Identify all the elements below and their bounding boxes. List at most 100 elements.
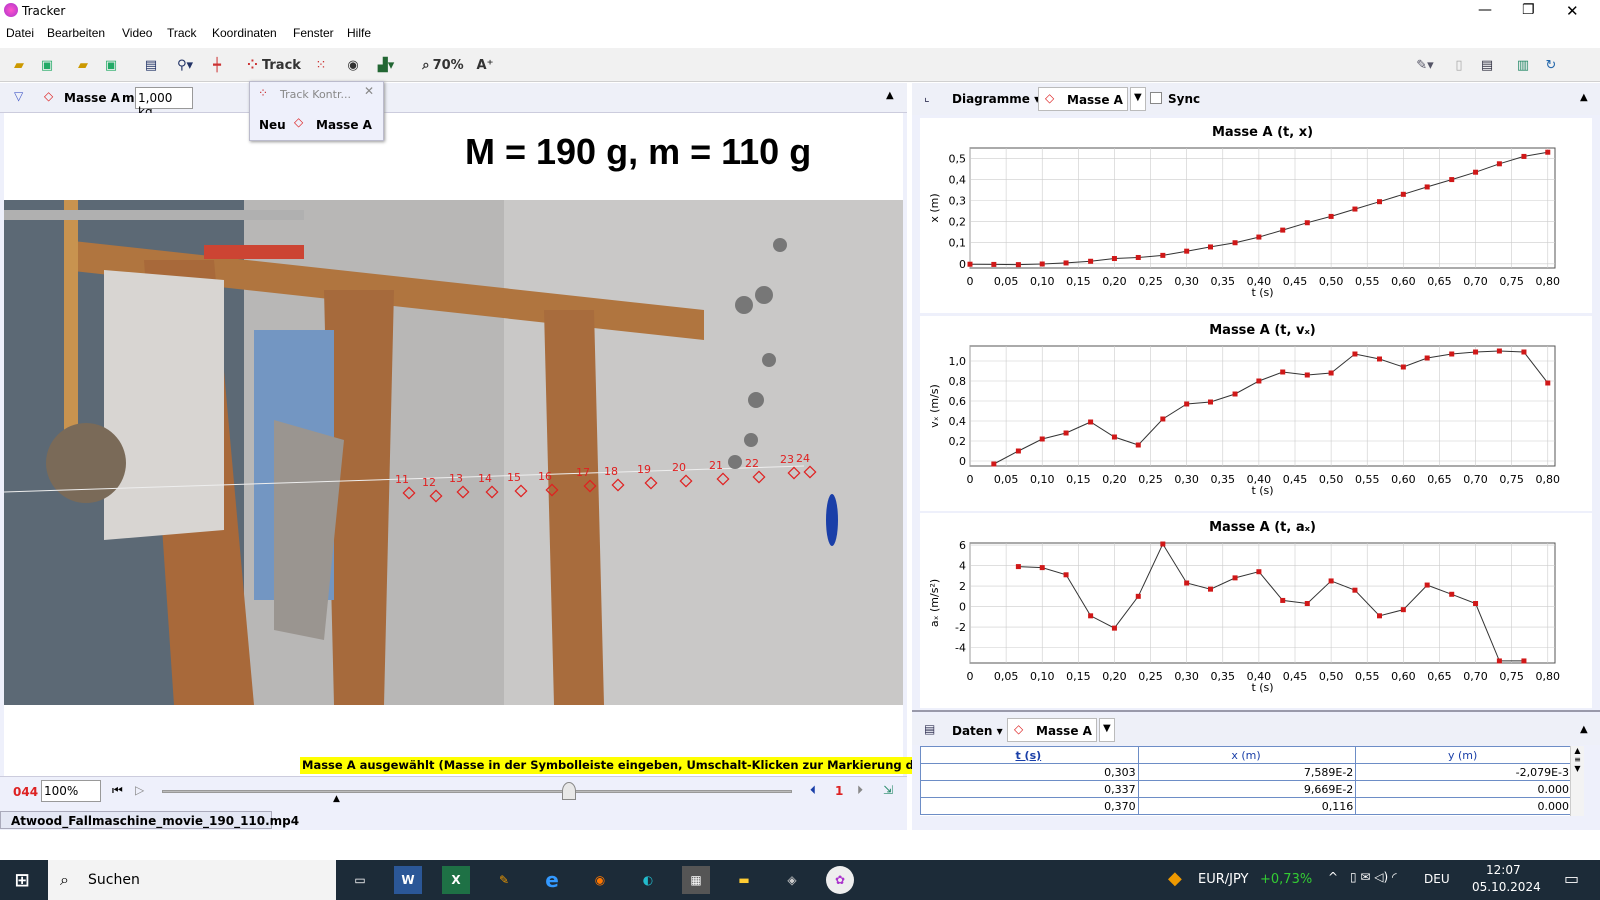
tracked-point-marker[interactable] (485, 485, 499, 499)
ie-icon[interactable]: e (538, 866, 566, 894)
table-cell[interactable]: 0,116 (1137, 797, 1357, 815)
file-explorer-icon[interactable]: ▬ (730, 866, 758, 894)
visibility-eye-icon[interactable]: ◉ (342, 54, 364, 76)
firefox-icon[interactable]: ◉ (586, 866, 614, 894)
open-video-icon[interactable]: ▰ (72, 54, 94, 76)
table-cell[interactable]: 0,303 (920, 763, 1139, 781)
clip-settings-icon[interactable]: ▤ (140, 54, 162, 76)
track-menu-button[interactable]: ⁘ Track (244, 54, 304, 76)
tracked-point-marker[interactable] (803, 465, 817, 479)
menu-track[interactable]: Track (167, 26, 197, 40)
close-button[interactable]: ✕ (1566, 2, 1579, 20)
col-header-y[interactable]: y (m) (1355, 746, 1572, 764)
save-icon[interactable]: ▣ (36, 54, 58, 76)
popup-track-button[interactable]: Masse A (316, 118, 372, 132)
zoom-button[interactable]: ⌕ 70% (418, 54, 468, 76)
diagram-dropdown[interactable]: Diagramme ▾ (952, 92, 1040, 106)
clock-time[interactable]: 12:07 (1486, 863, 1521, 877)
col-header-t[interactable]: t (s) (920, 746, 1139, 764)
tracked-point-marker[interactable] (583, 479, 597, 493)
media-app-icon[interactable]: ▦ (682, 866, 710, 894)
col-header-x[interactable]: x (m) (1137, 746, 1357, 764)
tray-icons[interactable]: ▯ ✉ ◁) ◜ (1350, 870, 1397, 884)
table-row[interactable]: 0,370 0,116 0.000 (920, 797, 1572, 815)
tracked-point-marker[interactable] (716, 472, 730, 486)
data-track-selector[interactable]: ◇ Masse A (1007, 718, 1097, 742)
data-dropdown[interactable]: Daten ▾ (952, 724, 1003, 738)
excel-icon[interactable]: X (442, 866, 470, 894)
tracker-taskbar-icon[interactable]: ✿ (826, 866, 854, 894)
plot-track-dropdown-icon[interactable]: ▼ (1130, 87, 1146, 111)
font-size-button[interactable]: A⁺ (474, 54, 496, 76)
chart-ax[interactable]: Masse A (t, aₓ) 0 0,05 0,10 0,15 0,20 0,25 0,30… (920, 513, 1592, 708)
table-row[interactable]: 0,303 7,589E-2 -2,079E-3 (920, 763, 1572, 781)
mass-input[interactable]: 1,000 kg (135, 87, 193, 119)
step-forward-icon[interactable]: ⏵ (857, 783, 863, 798)
tracked-point-marker[interactable] (545, 483, 559, 497)
ruler-icon[interactable]: ▥ (1512, 54, 1534, 76)
popup-close-icon[interactable]: ✕ (364, 84, 374, 98)
search-box[interactable]: ⌕ Suchen (48, 860, 336, 900)
table-cell[interactable]: 0.000 (1355, 780, 1572, 798)
open-folder-icon[interactable]: ▰ (8, 54, 30, 76)
maximize-button[interactable]: ❐ (1522, 2, 1535, 18)
start-marker-icon[interactable]: ▲ (333, 794, 340, 804)
tracked-point-marker[interactable] (611, 478, 625, 492)
menu-hilfe[interactable]: Hilfe (347, 26, 371, 40)
data-track-dropdown-icon[interactable]: ▼ (1099, 718, 1115, 742)
word-icon[interactable]: W (394, 866, 422, 894)
calibration-icon[interactable]: ⚲▾ (170, 54, 200, 76)
plot-track-selector[interactable]: ◇ Masse A (1038, 87, 1128, 111)
trails-icon[interactable]: ▟▾ (368, 54, 404, 76)
task-view-icon[interactable]: ▭ (346, 866, 374, 894)
timeline-thumb[interactable] (562, 782, 576, 800)
track-dropdown-icon[interactable]: ▽ (14, 89, 23, 103)
table-cell[interactable]: 9,669E-2 (1137, 780, 1357, 798)
input-language[interactable]: DEU (1424, 872, 1450, 886)
track-control-icon[interactable]: ⁙ (310, 54, 332, 76)
tracked-point-marker[interactable] (679, 474, 693, 488)
currency-pair[interactable]: EUR/JPY (1198, 872, 1248, 887)
table-cell[interactable]: 7,589E-2 (1137, 763, 1357, 781)
app-icon-dark[interactable]: ◈ (778, 866, 806, 894)
app-icon-orange[interactable]: ✎ (490, 866, 518, 894)
table-cell[interactable]: 0,370 (920, 797, 1139, 815)
pencil-icon[interactable]: ✎▾ (1410, 54, 1440, 76)
table-cell[interactable]: 0.000 (1355, 797, 1572, 815)
info-icon[interactable]: ▤ (1476, 54, 1498, 76)
tracked-point-marker[interactable] (644, 476, 658, 490)
speed-input[interactable]: 100% (41, 780, 101, 802)
tracked-point-marker[interactable] (402, 486, 416, 500)
edge-icon[interactable]: ◐ (634, 866, 662, 894)
table-scrollbar[interactable]: ▲ ≡ ▼ (1570, 746, 1584, 816)
tracked-point-marker[interactable] (787, 466, 801, 480)
minimize-button[interactable]: — (1478, 2, 1492, 18)
go-to-start-icon[interactable]: ⏮ (112, 783, 123, 798)
chart-x[interactable]: Masse A (t, x) 0 0,05 0,10 0,15 0,20 0,25 0,30 0… (920, 118, 1592, 313)
play-icon[interactable]: ▷ (135, 783, 144, 797)
tray-chevron-icon[interactable]: ^ (1328, 870, 1338, 884)
chart-vx[interactable]: Masse A (t, vₓ) 0 0,05 0,10 0,15 0,20 0,25 0,30… (920, 316, 1592, 511)
tracked-point-marker[interactable] (752, 470, 766, 484)
table-row[interactable]: 0,337 9,669E-2 0.000 (920, 780, 1572, 798)
file-tab[interactable]: Atwood_Fallmaschine_movie_190_110.mp4 (0, 811, 299, 829)
menu-fenster[interactable]: Fenster (293, 26, 334, 40)
step-size[interactable]: 1 (835, 784, 843, 798)
menu-video[interactable]: Video (122, 26, 152, 40)
table-cell[interactable]: -2,079E-3 (1355, 763, 1572, 781)
menu-datei[interactable]: Datei (6, 26, 34, 40)
loop-icon[interactable]: ⇲ (883, 783, 893, 797)
clock-date[interactable]: 05.10.2024 (1472, 880, 1541, 894)
video-frame[interactable]: 11 12 13 14 15 16 17 18 19 20 21 22 23 24 (4, 200, 903, 705)
tracked-point-marker[interactable] (429, 489, 443, 503)
axes-icon[interactable]: ┿ (206, 54, 228, 76)
menu-koordinaten[interactable]: Koordinaten (212, 26, 277, 40)
table-cell[interactable]: 0,337 (920, 780, 1139, 798)
menu-bearbeiten[interactable]: Bearbeiten (47, 26, 105, 40)
collapse-up-icon[interactable]: ▲ (886, 90, 894, 101)
notes-icon[interactable]: ▯ (1448, 54, 1470, 76)
tracked-point-marker[interactable] (514, 484, 528, 498)
windows-start-icon[interactable]: ⊞ (8, 866, 36, 894)
notification-icon[interactable]: ▭ (1564, 869, 1579, 888)
step-back-icon[interactable]: ⏴ (810, 783, 816, 798)
